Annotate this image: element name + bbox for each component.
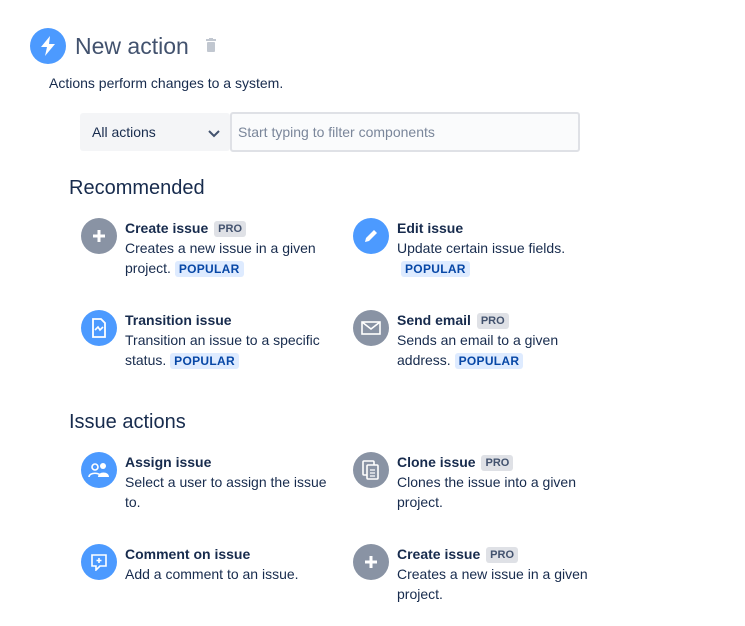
action-name: Assign issue	[125, 454, 212, 470]
trash-icon[interactable]	[204, 38, 218, 54]
clone-icon	[353, 452, 389, 488]
action-description: Add a comment to an issue.	[125, 566, 299, 582]
pro-badge: PRO	[214, 221, 247, 237]
pro-badge: PRO	[481, 455, 514, 471]
section-title-issue-actions: Issue actions	[69, 411, 186, 433]
plus-icon	[353, 544, 389, 580]
popular-badge: POPULAR	[170, 353, 239, 369]
action-name: Comment on issue	[125, 546, 251, 562]
popular-badge: POPULAR	[454, 353, 524, 369]
action-description: Clones the issue into a given project.	[397, 474, 576, 510]
action-name: Create issue	[397, 546, 481, 562]
action-description: Select a user to assign the issue to.	[125, 474, 327, 510]
lightning-icon	[30, 28, 66, 64]
action-name: Clone issue	[397, 454, 476, 470]
pencil-icon	[353, 218, 389, 254]
comment-icon	[81, 544, 117, 580]
chevron-down-icon	[208, 126, 220, 142]
popular-badge: POPULAR	[401, 261, 470, 277]
action-name: Edit issue	[397, 220, 464, 236]
popular-badge: POPULAR	[174, 261, 244, 277]
action-name: Transition issue	[125, 312, 232, 328]
action-name: Send email	[397, 312, 471, 328]
filter-components-input[interactable]	[230, 112, 580, 152]
pro-badge: PRO	[476, 313, 509, 329]
transition-icon	[81, 310, 117, 346]
action-name: Create issue	[125, 220, 209, 236]
plus-icon	[81, 218, 117, 254]
envelope-icon	[353, 310, 389, 346]
action-description: Creates a new issue in a given project.	[397, 566, 588, 602]
select-value: All actions	[92, 124, 156, 140]
section-title-recommended: Recommended	[69, 177, 205, 199]
assign-user-icon	[81, 452, 117, 488]
action-type-select[interactable]: All actions	[80, 113, 230, 151]
action-description: Update certain issue fields.	[397, 240, 566, 256]
pro-badge: PRO	[486, 547, 519, 563]
page-title: New action	[75, 33, 189, 59]
page-subtitle: Actions perform changes to a system.	[49, 75, 284, 91]
